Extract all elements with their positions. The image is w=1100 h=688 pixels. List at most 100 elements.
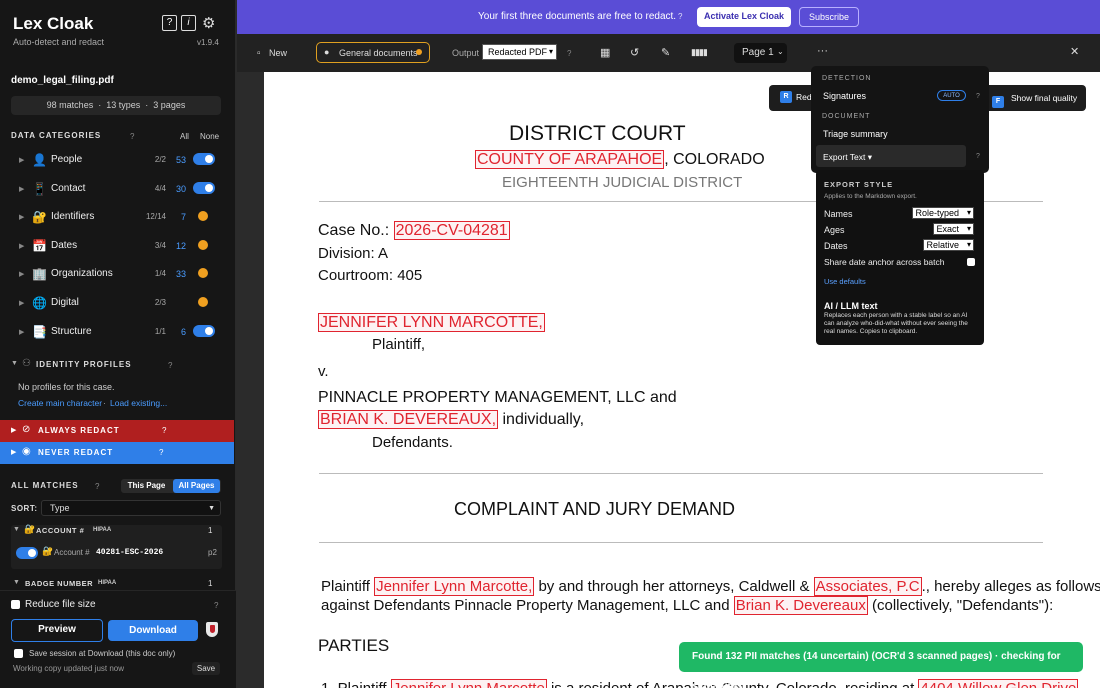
output-select[interactable]: Redacted PDF ▾ <box>482 44 557 60</box>
category-digital[interactable]: ▶ 🌐 Digital 2/3 <box>0 293 236 315</box>
chevron-down-icon[interactable]: ▼ <box>11 360 18 367</box>
use-defaults-link[interactable]: Use defaults <box>824 277 866 286</box>
chevron-down-icon[interactable]: ▼ <box>13 579 20 586</box>
more-menu-button[interactable]: ··· <box>817 45 828 57</box>
redaction-plaintiff[interactable]: Jennifer Lynn Marcotte, <box>374 577 535 596</box>
category-structure[interactable]: ▶ 📑 Structure 1/1 6 <box>0 322 236 344</box>
always-redact-help[interactable]: ? <box>162 426 167 435</box>
chevron-right-icon[interactable]: ▶ <box>19 270 24 278</box>
final-key[interactable]: F <box>992 96 1004 108</box>
category-partial-toggle[interactable] <box>198 211 208 222</box>
redaction-firm[interactable]: Associates, P.C <box>813 577 922 596</box>
select-all-button[interactable]: All <box>180 132 189 141</box>
category-label: People <box>51 154 83 165</box>
chevron-right-icon[interactable]: ▶ <box>19 156 24 164</box>
document-heading: DOCUMENT <box>822 113 871 120</box>
matches-help[interactable]: ? <box>95 482 99 491</box>
gear-icon[interactable]: ⚙ <box>202 14 215 32</box>
triage-summary-item[interactable]: Triage summary <box>823 129 888 139</box>
chevron-right-icon: ▶ <box>11 427 18 434</box>
eye-slash-icon: ⊘ <box>22 424 32 435</box>
redaction-plaintiff-name[interactable]: JENNIFER LYNN MARCOTTE, <box>318 313 545 332</box>
ai-llm-title[interactable]: AI / LLM text <box>824 301 878 311</box>
match-item-value[interactable]: 40281-ESC-2026 <box>96 548 163 557</box>
match-count: 98 matches <box>46 100 94 110</box>
undo-icon[interactable]: ↺ <box>630 46 639 59</box>
reduce-file-size-checkbox[interactable] <box>11 600 20 609</box>
categories-help[interactable]: ? <box>130 132 134 141</box>
category-partial-toggle[interactable] <box>198 268 208 279</box>
category-partial-toggle[interactable] <box>198 297 208 307</box>
reduce-help[interactable]: ? <box>214 601 218 610</box>
new-button[interactable]: New <box>269 48 287 58</box>
always-redact-section[interactable]: ▶ ⊘ ALWAYS REDACT ? <box>0 420 234 442</box>
page-count: 3 pages <box>153 100 186 110</box>
names-label: Names <box>824 209 853 219</box>
category-identifiers[interactable]: ▶ 🔐 Identifiers 12/14 7 <box>0 207 236 229</box>
share-anchor-checkbox[interactable] <box>967 258 975 266</box>
category-partial-toggle[interactable] <box>198 239 208 250</box>
export-help[interactable]: ? <box>976 153 980 160</box>
save-session-checkbox[interactable] <box>14 649 23 658</box>
redaction-address[interactable]: 4404 Willow Glen Drive <box>918 679 1079 688</box>
match-item-page[interactable]: p2 <box>208 548 217 557</box>
complaint-heading: COMPLAINT AND JURY DEMAND <box>454 499 736 519</box>
redaction-county[interactable]: COUNTY OF ARAPAHOE <box>475 150 665 169</box>
file-name: demo_legal_filing.pdf <box>11 75 114 86</box>
save-button[interactable]: Save <box>192 662 220 675</box>
chevron-down-icon[interactable]: ▼ <box>13 526 20 533</box>
category-dates[interactable]: ▶ 📅 Dates 3/4 12 <box>0 236 236 258</box>
never-redact-section[interactable]: ▶ ◉ NEVER REDACT ? <box>0 442 234 464</box>
redaction-plaintiff[interactable]: Jennifer Lynn Marcotte <box>390 679 547 688</box>
activate-button[interactable]: Activate Lex Cloak <box>697 7 791 27</box>
auto-badge[interactable]: AUTO <box>937 90 966 101</box>
hipaa-badge: HIPAA <box>93 527 112 533</box>
category-toggle[interactable] <box>193 324 215 337</box>
category-count: 6 <box>180 326 186 337</box>
building-icon: 🏢 <box>32 267 47 282</box>
chevron-right-icon[interactable]: ▶ <box>19 328 24 336</box>
create-main-character-link[interactable]: Create main character <box>18 398 102 408</box>
category-toggle[interactable] <box>193 153 215 165</box>
signatures-help[interactable]: ? <box>976 93 980 100</box>
close-icon[interactable]: ✕ <box>1070 45 1079 58</box>
sort-label: SORT: <box>11 504 38 513</box>
pencil-icon[interactable]: ✎ <box>661 46 670 59</box>
category-contact[interactable]: ▶ 📱 Contact 4/4 30 <box>0 179 236 201</box>
redaction-defendant-name[interactable]: BRIAN K. DEVEREAUX, <box>318 410 499 429</box>
redaction-defendant[interactable]: Brian K. Devereaux <box>733 596 868 615</box>
show-final-quality[interactable]: Show final quality <box>1011 93 1077 103</box>
info-button[interactable]: i <box>181 15 196 31</box>
redaction-case-number[interactable]: 2026-CV-04281 <box>393 221 510 240</box>
chevron-right-icon[interactable]: ▶ <box>19 299 24 307</box>
chevron-right-icon[interactable]: ▶ <box>19 185 24 193</box>
never-redact-help[interactable]: ? <box>159 448 164 457</box>
ages-select[interactable]: Exact <box>933 223 974 235</box>
redacted-key[interactable]: R <box>780 91 792 103</box>
barcode-icon[interactable]: ▮▮▮▮ <box>691 47 708 58</box>
category-organizations[interactable]: ▶ 🏢 Organizations 1/4 33 <box>0 264 236 286</box>
preview-button[interactable]: Preview <box>11 619 103 642</box>
help-button[interactable]: ? <box>162 15 177 31</box>
match-toggle[interactable] <box>16 547 38 559</box>
subscribe-button[interactable]: Subscribe <box>799 7 859 27</box>
banner-help[interactable]: ? <box>678 12 682 21</box>
category-people[interactable]: ▶ 👤 People 2/2 53 <box>0 150 236 172</box>
profiles-help[interactable]: ? <box>168 361 172 370</box>
all-pages-tab[interactable]: All Pages <box>173 479 220 493</box>
sort-select[interactable]: Type ▼ <box>41 500 221 516</box>
versus: v. <box>318 363 329 380</box>
select-none-button[interactable]: None <box>200 132 219 141</box>
load-existing-link[interactable]: Load existing... <box>110 398 167 408</box>
signatures-item[interactable]: Signatures <box>823 91 866 101</box>
dates-select[interactable]: Relative <box>923 239 974 251</box>
chevron-right-icon[interactable]: ▶ <box>19 242 24 250</box>
download-button[interactable]: Download <box>108 620 198 641</box>
category-toggle[interactable] <box>193 181 215 194</box>
chevron-right-icon[interactable]: ▶ <box>19 213 24 221</box>
names-select[interactable]: Role-typed <box>912 207 974 219</box>
output-value: Redacted PDF <box>488 47 548 57</box>
this-page-tab[interactable]: This Page <box>123 479 170 493</box>
grid-icon[interactable]: ▦ <box>600 46 610 59</box>
output-help[interactable]: ? <box>567 49 571 58</box>
